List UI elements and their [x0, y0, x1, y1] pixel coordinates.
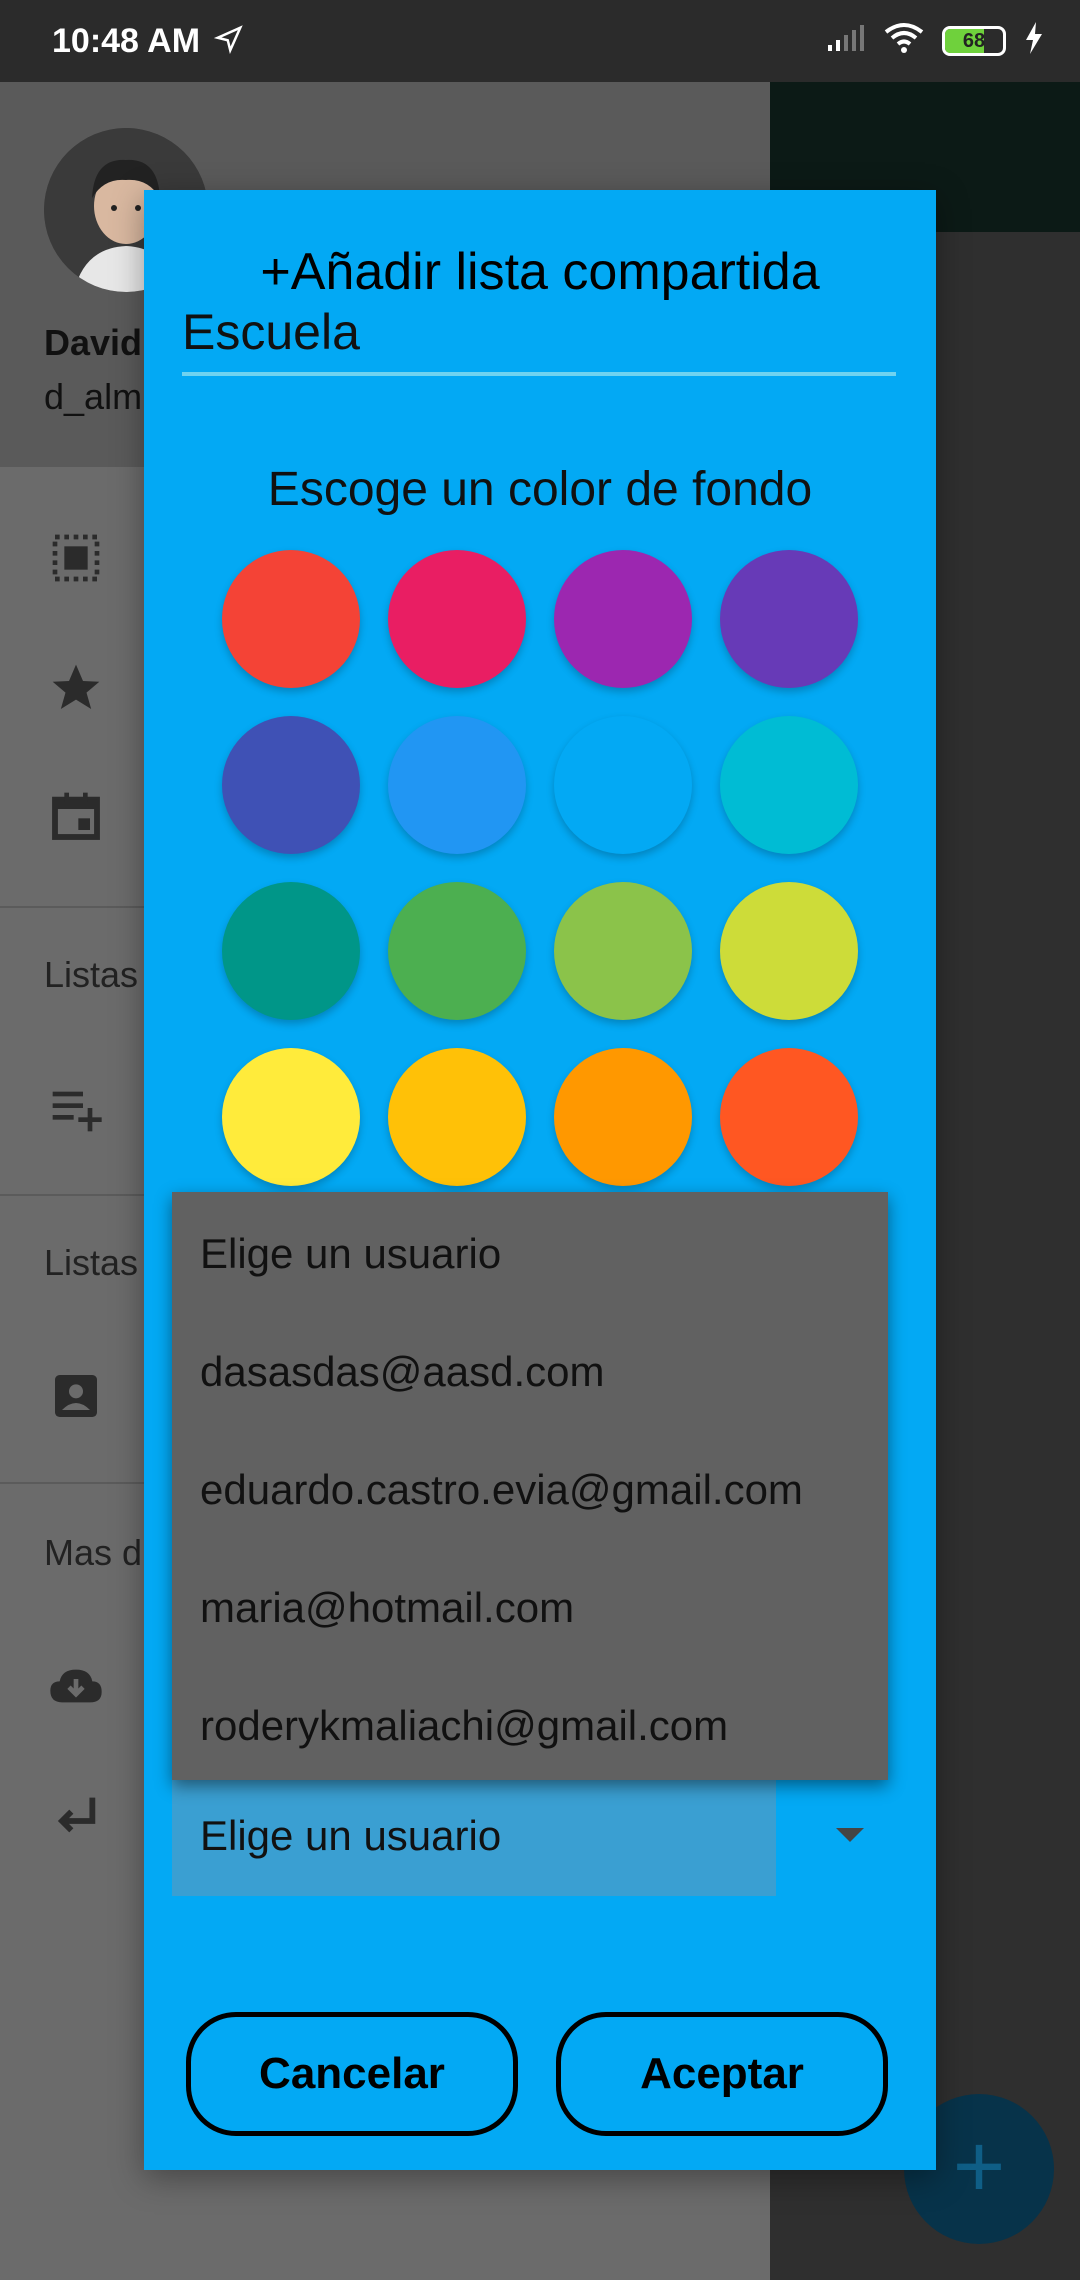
dropdown-option[interactable]: roderykmaliachi@gmail.com — [200, 1702, 728, 1750]
color-swatch[interactable] — [720, 716, 858, 854]
contact-icon[interactable] — [48, 1368, 104, 1424]
playlist-add-icon[interactable] — [48, 1080, 104, 1136]
color-swatch[interactable] — [554, 882, 692, 1020]
list-name-input[interactable]: Escuela — [182, 312, 892, 364]
color-swatch[interactable] — [720, 550, 858, 688]
location-icon — [213, 24, 244, 59]
accept-button[interactable]: Aceptar — [556, 2012, 888, 2136]
star-icon[interactable] — [48, 660, 104, 716]
charging-icon — [1024, 22, 1044, 59]
return-icon[interactable] — [48, 1786, 104, 1842]
wifi-icon — [884, 22, 924, 59]
dropdown-option[interactable]: dasasdas@aasd.com — [200, 1348, 605, 1396]
dropdown-option[interactable]: eduardo.castro.evia@gmail.com — [200, 1466, 803, 1514]
color-swatch[interactable] — [554, 716, 692, 854]
list-name-underline — [182, 372, 896, 376]
user-dropdown-menu: Elige un usuario dasasdas@aasd.com eduar… — [172, 1192, 888, 1780]
color-swatch[interactable] — [554, 550, 692, 688]
color-swatch[interactable] — [388, 882, 526, 1020]
color-swatch[interactable] — [554, 1048, 692, 1186]
drawer-user-name: David — [44, 322, 143, 363]
dialog-title: +Añadir lista compartida — [260, 243, 820, 301]
status-icons: 68 — [826, 22, 1044, 59]
select-all-icon[interactable] — [48, 530, 104, 586]
color-swatch[interactable] — [388, 716, 526, 854]
color-swatch[interactable] — [720, 1048, 858, 1186]
color-swatch[interactable] — [388, 550, 526, 688]
calendar-icon[interactable] — [48, 788, 104, 844]
dropdown-option[interactable]: Elige un usuario — [200, 1230, 501, 1278]
color-swatch[interactable] — [222, 716, 360, 854]
drawer-section-more: Mas d — [44, 1532, 143, 1573]
add-shared-list-dialog: +Añadir lista compartida Escuela Escoge … — [144, 190, 936, 2170]
drawer-section-lists: Listas — [44, 954, 139, 995]
user-select-box[interactable]: Elige un usuario — [172, 1778, 776, 1896]
cloud-download-icon[interactable] — [48, 1658, 104, 1714]
color-swatch[interactable] — [222, 882, 360, 1020]
status-bar: 10:48 AM 68 — [0, 0, 1080, 82]
drawer-section-shared-lists: Listas — [44, 1242, 139, 1283]
dropdown-option[interactable]: maria@hotmail.com — [200, 1584, 574, 1632]
drawer-user-email: d_alm — [44, 376, 143, 417]
dropdown-arrow-icon[interactable] — [836, 1828, 864, 1842]
user-select-value: Elige un usuario — [200, 1812, 502, 1859]
color-swatch[interactable] — [222, 1048, 360, 1186]
color-swatch[interactable] — [222, 550, 360, 688]
user-select[interactable]: Elige un usuario — [172, 1778, 906, 1896]
battery-level: 68 — [962, 29, 986, 52]
battery-icon: 68 — [942, 25, 1006, 56]
color-swatch[interactable] — [388, 1048, 526, 1186]
color-heading: Escoge un color de fondo — [267, 463, 813, 516]
status-time: 10:48 AM — [52, 22, 201, 60]
signal-icon — [826, 23, 866, 58]
cancel-button[interactable]: Cancelar — [186, 2012, 518, 2136]
color-swatch[interactable] — [720, 882, 858, 1020]
